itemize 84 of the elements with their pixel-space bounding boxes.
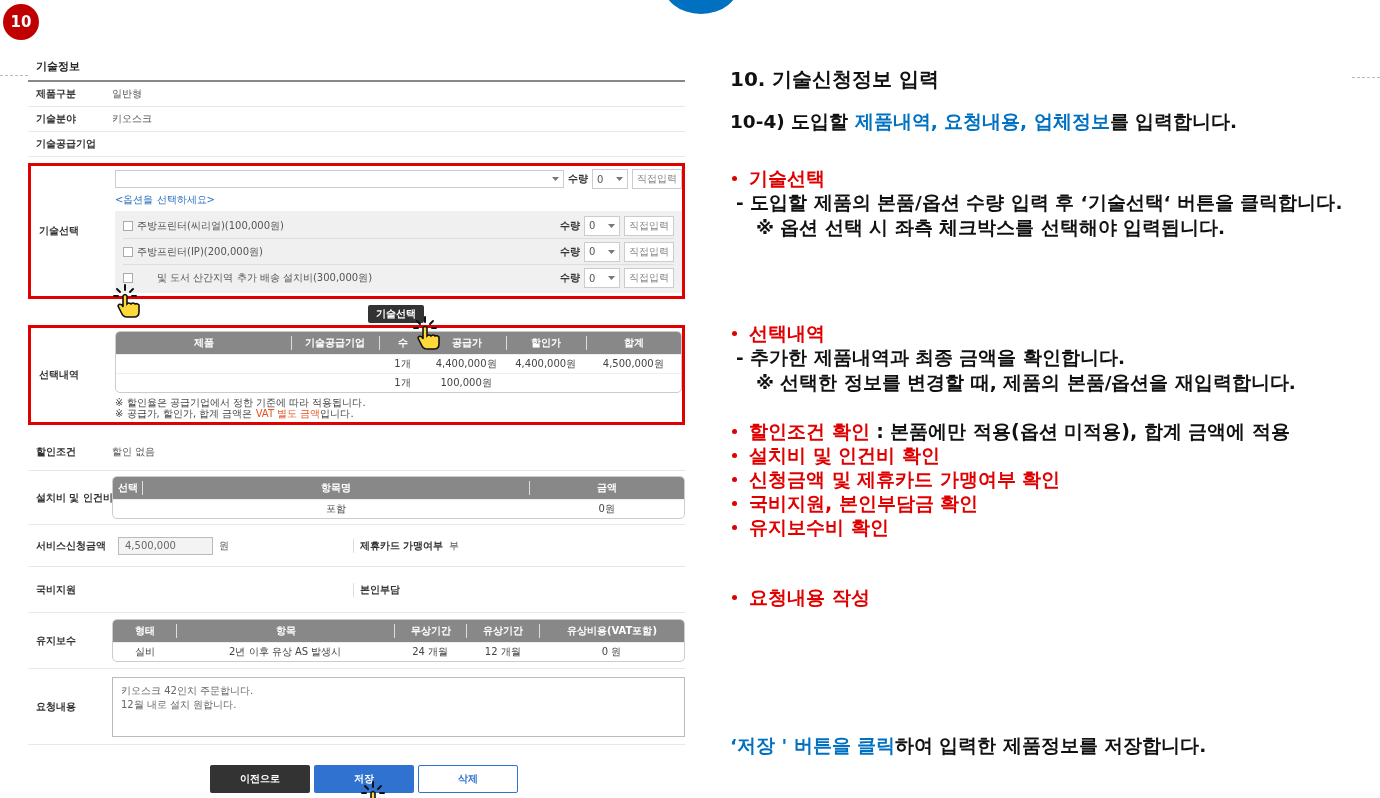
table-cell-text: 실비 <box>133 645 156 659</box>
action-button[interactable]: 이전으로 <box>209 765 310 793</box>
table-cell-text: 100,000원 <box>439 376 493 390</box>
table-cell-text: 0 원 <box>600 645 623 659</box>
column-header: 유상비용(VAT포함) <box>538 624 684 638</box>
bullet-text: 유지보수비 확인 <box>749 515 889 539</box>
field-value: 키오스크 <box>112 112 152 126</box>
quantity-select[interactable]: 0 <box>584 215 620 236</box>
table-cell-text: 12 개월 <box>483 645 522 659</box>
section-title: 기술정보 <box>28 55 685 82</box>
direct-input-button[interactable]: 직접입력 <box>632 169 682 189</box>
column-header: 할인가 <box>505 336 586 350</box>
note-text: ※ 공급가, 할인가, 합계 금액은 VAT 별도 금액입니다. <box>115 408 355 419</box>
column-header: 금액 <box>529 481 684 495</box>
column-header: 선택 <box>116 481 139 495</box>
field-label: 본인부담 <box>360 582 400 597</box>
table-cell-text: 포함 <box>324 502 347 516</box>
table-cell-text: 0원 <box>597 502 616 516</box>
field-value: 부 <box>449 538 460 553</box>
option-name: 및 도서 산간지역 추가 배송 설치비(300,000원) <box>156 271 374 285</box>
direct-input-button[interactable]: 직접입력 <box>624 241 674 262</box>
option-name: 주방프린터(씨리얼)(100,000원) <box>137 218 285 233</box>
table-cell-text: 4,400,000원 <box>514 357 578 371</box>
field-label: 유지보수 <box>35 633 77 648</box>
guide-heading: 10. 기술신청정보 입력 <box>730 66 941 93</box>
field-value: 일반형 <box>112 87 142 101</box>
quantity-label: 수량 <box>560 218 580 233</box>
bullet-text: 할인조건 확인 : 본품에만 적용(옵션 미적용), 합계 금액에 적용 <box>749 419 1291 443</box>
column-header: 기술공급기업 <box>291 336 379 350</box>
guide-text: ※ 옵션 선택 시 좌측 체크박스를 선택해야 입력됩니다. <box>755 216 1227 240</box>
bullet-text: 기술선택 <box>749 166 825 190</box>
table-cell-text: 24 개월 <box>411 645 450 659</box>
quantity-label: 수량 <box>560 271 580 285</box>
quantity-label: 수량 <box>560 244 580 259</box>
guide-text: - 도입할 제품의 본품/옵션 수량 입력 후 ‘기술선택‘ 버튼을 클릭합니다. <box>735 191 1343 215</box>
column-header: 제품 <box>192 336 215 350</box>
column-header: 유상기간 <box>466 624 539 638</box>
tech-select-button[interactable]: 기술선택 <box>368 305 424 323</box>
quantity-select[interactable]: 0 <box>584 241 620 262</box>
field-label: 제품구분 <box>35 87 77 101</box>
note-text: ※ 할인율은 공급기업에서 정한 기준에 따라 적용됩니다. <box>115 397 367 408</box>
field-value: 할인 없음 <box>112 444 156 459</box>
direct-input-button[interactable]: 직접입력 <box>624 268 674 288</box>
field-label: 기술분야 <box>35 112 77 126</box>
table-cell-text: 1개 <box>393 357 412 371</box>
action-button[interactable]: 저장 <box>313 765 414 793</box>
action-button[interactable]: 삭제 <box>417 765 518 793</box>
column-header: 합계 <box>585 336 681 350</box>
field-label: 제휴카드 가맹여부 <box>360 538 444 553</box>
request-field[interactable]: 키오스크 42인치 주문합니다. 12월 내로 설치 원합니다. <box>112 676 685 737</box>
bullet-text: 설치비 및 인건비 확인 <box>749 443 940 467</box>
unit-text: 원 <box>219 538 229 553</box>
table-cell-text: 1개 <box>393 376 412 390</box>
quantity-label: 수량 <box>568 172 588 186</box>
field-label: 설치비 및 인건비 <box>35 490 112 505</box>
bullet-text: 신청금액 및 제휴카드 가맹여부 확인 <box>749 467 1061 491</box>
option-hint: <옵션을 선택하세요> <box>115 193 216 207</box>
bullet-text: 국비지원, 본인부담금 확인 <box>749 491 979 515</box>
column-header: 항목 <box>176 624 394 638</box>
step-badge: 10 <box>3 4 39 40</box>
field-label: 선택내역 <box>38 368 80 382</box>
field-label: 할인조건 <box>35 444 77 459</box>
quantity-select[interactable]: 0 <box>592 169 628 189</box>
bullet-text: 선택내역 <box>749 321 825 345</box>
column-header: 무상기간 <box>393 624 467 638</box>
field-label: 기술선택 <box>38 224 80 238</box>
field-label: 기술공급기업 <box>35 137 97 151</box>
column-header: 항목명 <box>142 481 530 495</box>
guide-text: ※ 선택한 정보를 변경할 때, 제품의 본품/옵션을 재입력합니다. <box>755 371 1297 395</box>
field-label: 국비지원 <box>35 582 77 597</box>
guide-text: - 추가한 제품내역과 최종 금액을 확인합니다. <box>735 346 1126 370</box>
option-name: 주방프린터(IP)(200,000원) <box>137 244 264 259</box>
field-label: 서비스신청금액 <box>35 538 107 553</box>
guide-subheading: 10-4) 도입할 제품내역, 요청내용, 업체정보를 입력합니다. <box>730 110 1239 134</box>
field-label: 요청내용 <box>35 699 77 714</box>
table-cell-text: 4,500,000원 <box>601 357 665 371</box>
quantity-select[interactable]: 0 <box>584 268 620 288</box>
table-cell-text: 2년 이후 유상 AS 발생시 <box>228 645 343 659</box>
column-header: 형태 <box>133 624 156 638</box>
guide-footer: ‘저장 ' 버튼을 클릭하여 입력한 제품정보를 저장합니다. <box>730 733 1343 758</box>
amount-field[interactable]: 4,500,000 <box>118 536 213 555</box>
bullet-text: 요청내용 작성 <box>749 585 870 609</box>
table-cell-text: 4,400,000원 <box>434 357 498 371</box>
direct-input-button[interactable]: 직접입력 <box>624 215 674 236</box>
